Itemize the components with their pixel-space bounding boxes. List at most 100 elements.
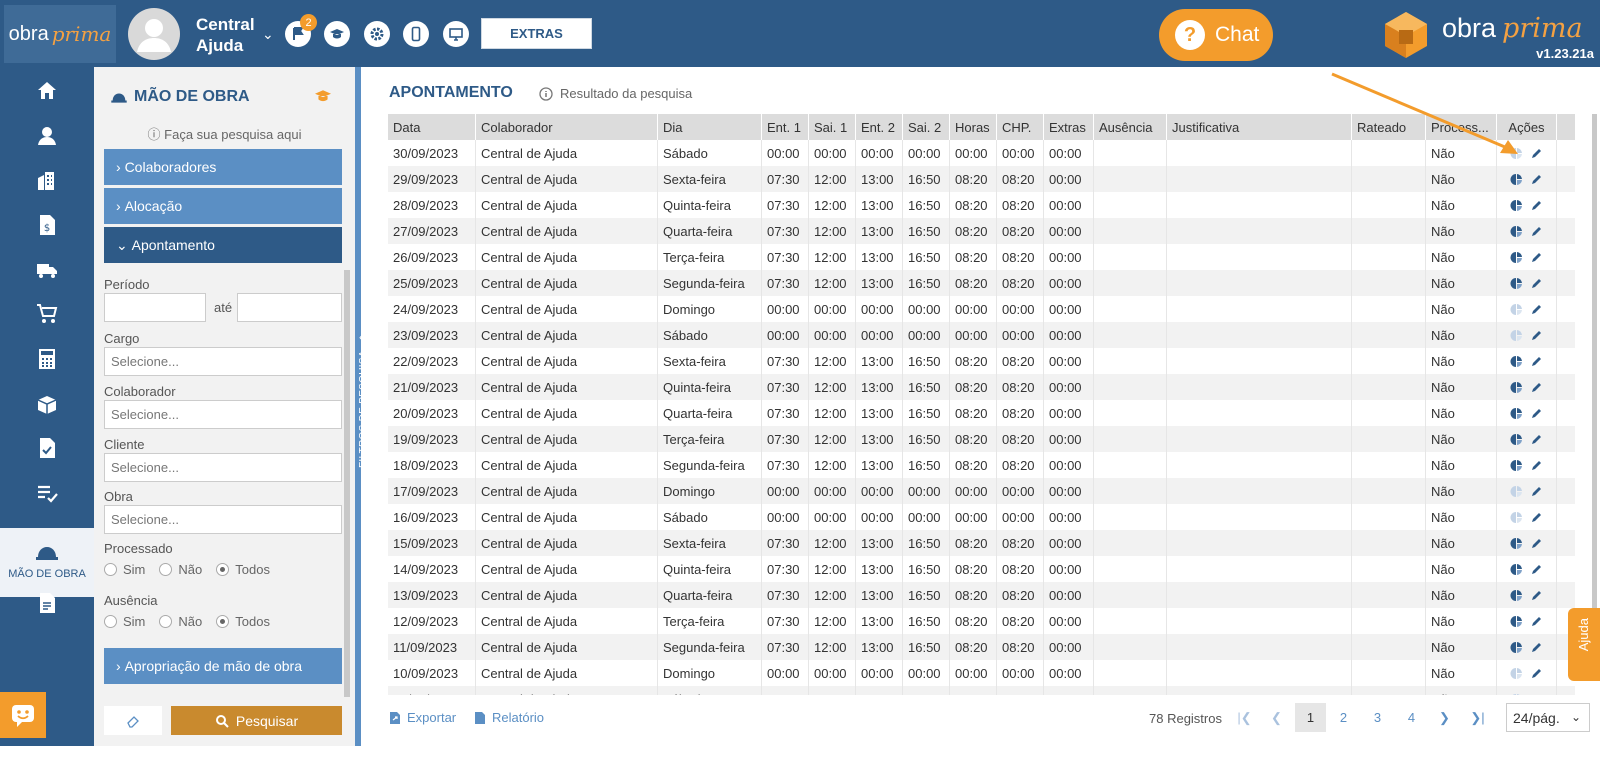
table-row[interactable]: 18/09/2023 Central de Ajuda Segunda-feira 0… <box>388 452 1575 478</box>
checklist-icon[interactable] <box>0 481 94 505</box>
table-row[interactable]: 24/09/2023 Central de Ajuda Domingo 00:00 00… <box>388 296 1575 322</box>
pie-chart-icon[interactable] <box>1510 615 1523 628</box>
user-name[interactable]: Central Ajuda <box>196 14 255 56</box>
pie-chart-icon[interactable] <box>1510 589 1523 602</box>
per-page-select[interactable]: 24/pág. ⌄ <box>1506 703 1590 732</box>
ausencia-todos-radio[interactable]: Todos <box>216 614 270 629</box>
table-row[interactable]: 16/09/2023 Central de Ajuda Sábado 00:00 00:… <box>388 504 1575 530</box>
invoice-icon[interactable]: $ <box>0 213 94 237</box>
colaborador-select[interactable]: Selecione... <box>104 400 342 429</box>
table-row[interactable]: 14/09/2023 Central de Ajuda Quinta-feira 07… <box>388 556 1575 582</box>
edit-pencil-icon[interactable] <box>1530 641 1543 654</box>
nav-item-mao-de-obra[interactable]: MÃO DE OBRA <box>0 528 94 597</box>
column-header[interactable]: Sai. 1 <box>809 114 856 140</box>
pie-chart-icon[interactable] <box>1510 459 1523 472</box>
table-row[interactable]: 11/09/2023 Central de Ajuda Segunda-feira 0… <box>388 634 1575 660</box>
edit-pencil-icon[interactable] <box>1530 173 1543 186</box>
help-tab[interactable]: Ajuda <box>1568 608 1600 681</box>
ausencia-nao-radio[interactable]: Não <box>159 614 202 629</box>
page-2-button[interactable]: 2 <box>1328 703 1359 732</box>
edit-pencil-icon[interactable] <box>1530 433 1543 446</box>
column-header[interactable]: Horas <box>950 114 997 140</box>
box-icon[interactable] <box>0 392 94 416</box>
edit-pencil-icon[interactable] <box>1530 303 1543 316</box>
pie-chart-icon[interactable] <box>1510 303 1523 316</box>
edit-pencil-icon[interactable] <box>1530 511 1543 524</box>
pie-chart-icon[interactable] <box>1510 563 1523 576</box>
last-page-icon[interactable]: ❯| <box>1462 703 1493 732</box>
edit-pencil-icon[interactable] <box>1530 407 1543 420</box>
pie-chart-icon[interactable] <box>1510 199 1523 212</box>
table-row[interactable]: 10/09/2023 Central de Ajuda Domingo 00:00 00… <box>388 660 1575 686</box>
obra-prima-logo[interactable]: obra prima <box>4 5 116 63</box>
avatar[interactable] <box>128 8 180 60</box>
file-icon[interactable] <box>0 591 94 615</box>
person-icon[interactable] <box>0 124 94 148</box>
ausencia-sim-radio[interactable]: Sim <box>104 614 145 629</box>
report-link[interactable]: Relatório <box>474 710 544 725</box>
pie-chart-icon[interactable] <box>1510 173 1523 186</box>
page-4-button[interactable]: 4 <box>1396 703 1427 732</box>
processado-nao-radio[interactable]: Não <box>159 562 202 577</box>
processado-sim-radio[interactable]: Sim <box>104 562 145 577</box>
edit-pencil-icon[interactable] <box>1530 589 1543 602</box>
accordion-apropriacao[interactable]: › Apropriação de mão de obra <box>104 648 342 684</box>
document-check-icon[interactable] <box>0 436 94 460</box>
column-header[interactable]: Dia <box>658 114 762 140</box>
table-row[interactable]: 28/09/2023 Central de Ajuda Quinta-feira 07… <box>388 192 1575 218</box>
pie-chart-icon[interactable] <box>1510 433 1523 446</box>
extras-button[interactable]: EXTRAS <box>481 18 592 49</box>
column-header[interactable]: Ent. 2 <box>856 114 903 140</box>
obra-select[interactable]: Selecione... <box>104 505 342 534</box>
edit-pencil-icon[interactable] <box>1530 277 1543 290</box>
filter-scrollbar[interactable] <box>344 270 350 697</box>
gear-icon[interactable] <box>364 21 390 47</box>
table-row[interactable]: 27/09/2023 Central de Ajuda Quarta-feira 07… <box>388 218 1575 244</box>
table-row[interactable]: 12/09/2023 Central de Ajuda Terça-feira 07:… <box>388 608 1575 634</box>
graduation-cap-icon[interactable] <box>313 88 333 109</box>
edit-pencil-icon[interactable] <box>1530 667 1543 680</box>
table-row[interactable]: 20/09/2023 Central de Ajuda Quarta-feira 07… <box>388 400 1575 426</box>
home-icon[interactable] <box>0 79 94 103</box>
edit-pencil-icon[interactable] <box>1530 485 1543 498</box>
column-header[interactable]: Sai. 2 <box>903 114 950 140</box>
first-page-icon[interactable]: |❮ <box>1229 703 1260 732</box>
processado-todos-radio[interactable]: Todos <box>216 562 270 577</box>
mobile-icon[interactable] <box>403 21 429 47</box>
edit-pencil-icon[interactable] <box>1530 251 1543 264</box>
search-button[interactable]: Pesquisar <box>171 706 342 735</box>
chatbot-icon[interactable] <box>0 692 46 738</box>
table-row[interactable]: 29/09/2023 Central de Ajuda Sexta-feira 07:… <box>388 166 1575 192</box>
table-row[interactable]: 21/09/2023 Central de Ajuda Quinta-feira 07… <box>388 374 1575 400</box>
cart-icon[interactable] <box>0 302 94 326</box>
edit-pencil-icon[interactable] <box>1530 459 1543 472</box>
building-icon[interactable] <box>0 169 94 193</box>
next-page-icon[interactable]: ❯ <box>1429 703 1460 732</box>
edit-pencil-icon[interactable] <box>1530 199 1543 212</box>
accordion-alocacao[interactable]: › Alocação <box>104 188 342 224</box>
cliente-select[interactable]: Selecione... <box>104 453 342 482</box>
accordion-colaboradores[interactable]: › Colaboradores <box>104 149 342 185</box>
table-row[interactable]: 23/09/2023 Central de Ajuda Sábado 00:00 00:… <box>388 322 1575 348</box>
calculator-icon[interactable] <box>0 347 94 371</box>
periodo-end-input[interactable] <box>237 293 342 322</box>
accordion-apontamento[interactable]: ⌄ Apontamento <box>104 227 342 263</box>
table-scrollbar[interactable] <box>1592 114 1597 677</box>
pie-chart-icon[interactable] <box>1510 511 1523 524</box>
table-row[interactable]: 19/09/2023 Central de Ajuda Terça-feira 07:… <box>388 426 1575 452</box>
column-header[interactable]: Justificativa <box>1167 114 1352 140</box>
cargo-select[interactable]: Selecione... <box>104 347 342 376</box>
edit-pencil-icon[interactable] <box>1530 147 1543 160</box>
column-header[interactable]: Extras <box>1044 114 1094 140</box>
graduation-cap-icon[interactable] <box>324 21 350 47</box>
edit-pencil-icon[interactable] <box>1530 355 1543 368</box>
edit-pencil-icon[interactable] <box>1530 615 1543 628</box>
clear-button[interactable] <box>104 706 162 735</box>
edit-pencil-icon[interactable] <box>1530 381 1543 394</box>
pie-chart-icon[interactable] <box>1510 329 1523 342</box>
table-row[interactable]: 15/09/2023 Central de Ajuda Sexta-feira 07:… <box>388 530 1575 556</box>
pie-chart-icon[interactable] <box>1510 641 1523 654</box>
pie-chart-icon[interactable] <box>1510 485 1523 498</box>
edit-pencil-icon[interactable] <box>1530 563 1543 576</box>
table-row[interactable]: 13/09/2023 Central de Ajuda Quarta-feira 07… <box>388 582 1575 608</box>
